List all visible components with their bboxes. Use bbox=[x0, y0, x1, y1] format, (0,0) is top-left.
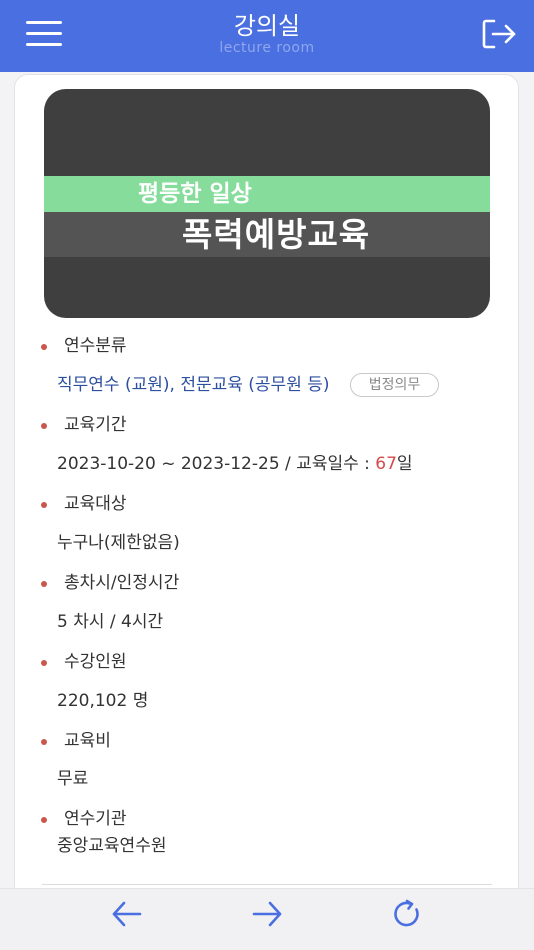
logout-icon[interactable] bbox=[480, 16, 518, 52]
mandatory-badge: 법정의무 bbox=[350, 373, 439, 397]
menu-line bbox=[26, 21, 62, 24]
banner-stripe bbox=[44, 176, 490, 212]
menu-line bbox=[26, 32, 62, 35]
arrow-right-icon[interactable] bbox=[250, 898, 284, 930]
menu-line bbox=[26, 43, 62, 46]
category-label: 연수분류 bbox=[64, 336, 127, 356]
period-dates: 2023-10-20 ~ 2023-12-25 / 교육일수 : bbox=[57, 454, 376, 474]
target-label: 교육대상 bbox=[64, 494, 127, 514]
period-days: 67 bbox=[375, 454, 397, 474]
bullet-icon bbox=[41, 739, 47, 745]
sessions-label: 총차시/인정시간 bbox=[64, 573, 180, 593]
divider bbox=[42, 884, 492, 885]
banner-subtitle: 평등한 일상 bbox=[138, 181, 252, 207]
bullet-icon bbox=[41, 660, 47, 666]
enrollment-value: 220,102 명 bbox=[57, 691, 149, 711]
bullet-icon bbox=[41, 502, 47, 508]
bullet-icon bbox=[41, 423, 47, 429]
bullet-icon bbox=[41, 344, 47, 350]
hamburger-menu-icon[interactable] bbox=[26, 21, 62, 47]
bullet-icon bbox=[41, 581, 47, 587]
sessions-value: 5 차시 / 4시간 bbox=[57, 612, 164, 632]
page-subtitle: lecture room bbox=[219, 40, 315, 56]
arrow-left-icon[interactable] bbox=[110, 898, 144, 930]
banner-title: 폭력예방교육 bbox=[182, 215, 371, 254]
refresh-icon[interactable] bbox=[390, 898, 424, 930]
period-value: 2023-10-20 ~ 2023-12-25 / 교육일수 : 67일 bbox=[57, 453, 413, 475]
app-header: 강의실 lecture room bbox=[0, 0, 534, 72]
period-unit: 일 bbox=[396, 454, 413, 474]
bullet-icon bbox=[41, 817, 47, 823]
category-value: 직무연수 (교원), 전문교육 (공무원 등) bbox=[57, 375, 330, 395]
fee-label: 교육비 bbox=[64, 731, 111, 751]
institution-value: 중앙교육연수원 bbox=[57, 836, 167, 856]
period-label: 교육기간 bbox=[64, 415, 127, 435]
course-banner: 평등한 일상 폭력예방교육 bbox=[44, 89, 490, 318]
page-title: 강의실 bbox=[233, 12, 301, 40]
target-value: 누구나(제한없음) bbox=[57, 533, 180, 553]
fee-value: 무료 bbox=[57, 769, 89, 789]
institution-label: 연수기관 bbox=[64, 809, 127, 829]
enrollment-label: 수강인원 bbox=[64, 652, 127, 672]
header-title-block: 강의실 lecture room bbox=[167, 12, 367, 56]
